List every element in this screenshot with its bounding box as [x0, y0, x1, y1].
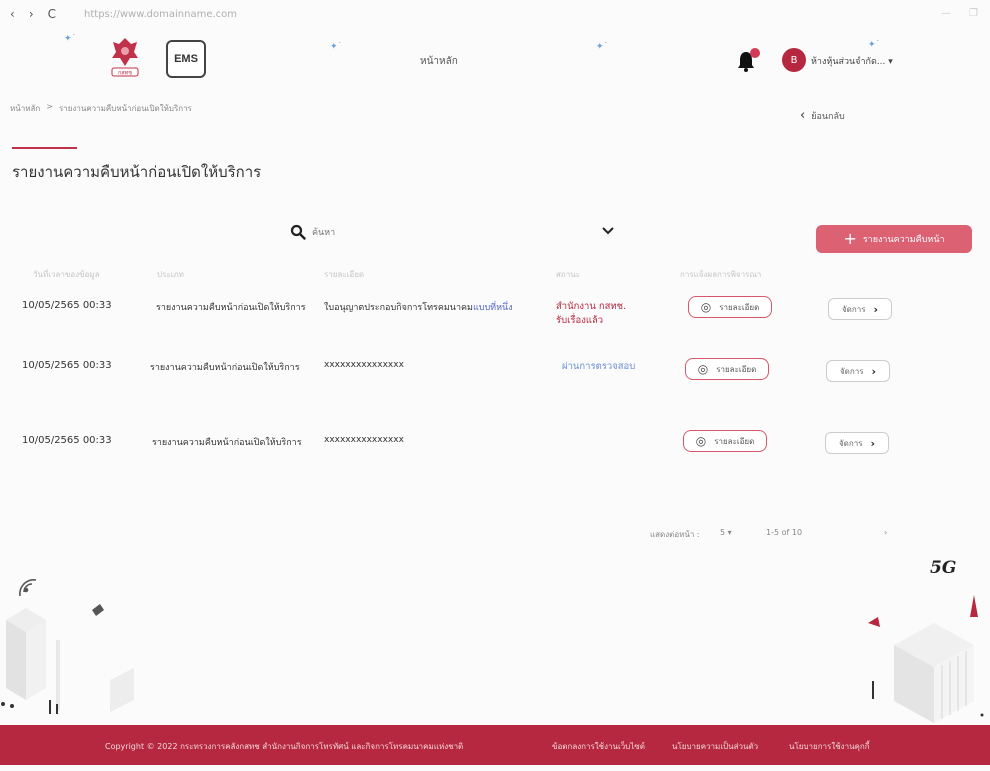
ems-logo[interactable]: EMS	[166, 40, 206, 78]
leaf-icon	[92, 604, 104, 616]
column-header-date: วันที่เวลาของข้อมูล	[33, 270, 100, 279]
row-type: รายงานความคืบหน้าก่อนเปิดให้บริการ	[156, 303, 306, 313]
pagination-next-button[interactable]: ›	[884, 528, 887, 537]
browser-reload-button[interactable]: C	[48, 7, 56, 21]
row-detail: xxxxxxxxxxxxxxx	[324, 360, 404, 370]
chevron-right-icon: ›	[871, 364, 877, 378]
row-type: รายงานความคืบหน้าก่อนเปิดให้บริการ	[152, 438, 302, 448]
chevron-left-icon: ‹	[800, 108, 806, 123]
city-illustration-right	[868, 595, 984, 723]
browser-back-button[interactable]: ‹	[10, 7, 15, 21]
manage-label: จัดการ	[841, 304, 866, 314]
nav-home-link[interactable]: หน้าหลัก	[420, 54, 458, 69]
sparkle-icon: ✦˙	[596, 42, 609, 52]
add-button-label: รายงานความคืบหน้า	[862, 235, 945, 245]
caret-down-icon: ▾	[727, 528, 732, 537]
row-detail-text: ใบอนุญาตประกอบกิจการโทรคมนาคม	[324, 303, 473, 313]
manage-label: จัดการ	[839, 366, 864, 376]
browser-toolbar: ‹ › C https://www.domainname.com — ❐	[0, 0, 990, 28]
browser-url[interactable]: https://www.domainname.com	[84, 9, 237, 20]
pagination-range: 1-5 of 10	[766, 528, 803, 537]
user-menu[interactable]: ห้างหุ้นส่วนจำกัด... ▾	[811, 54, 893, 68]
row-status: ผ่านการตรวจสอบ	[562, 361, 636, 372]
caret-down-icon: ▾	[888, 57, 893, 67]
breadcrumb-current: รายงานความคืบหน้าก่อนเปิดให้บริการ	[58, 104, 192, 113]
city-illustration-left	[1, 579, 134, 714]
avatar-initial: B	[790, 54, 798, 66]
eye-icon: ◎	[695, 434, 707, 448]
row-date: 10/05/2565 00:33	[22, 360, 112, 371]
chevron-right-icon: ›	[870, 436, 876, 450]
plus-icon: +	[843, 229, 857, 248]
search-icon[interactable]	[290, 224, 306, 244]
browser-forward-button[interactable]: ›	[29, 7, 34, 21]
ems-logo-text: EMS	[174, 53, 198, 65]
manage-button[interactable]: จัดการ ›	[826, 360, 890, 382]
column-header-result: การแจ้งผลการพิจารณา	[680, 270, 762, 279]
breadcrumb-separator: >	[46, 102, 53, 111]
row-status: สำนักงาน กสทช. รับเรื่องแล้ว	[556, 300, 626, 328]
view-details-button[interactable]: ◎ รายละเอียด	[685, 358, 769, 380]
chevron-down-icon	[602, 227, 614, 235]
sparkle-icon: ✦˙	[868, 40, 881, 50]
eye-icon: ◎	[700, 300, 712, 314]
label-5g: 5G	[930, 558, 957, 578]
rows-per-page-value: 5	[720, 528, 726, 537]
sparkle-icon: ✦˙	[64, 34, 77, 44]
row-status-line2: รับเรื่องแล้ว	[556, 314, 604, 326]
footer-privacy-link[interactable]: นโยบายความเป็นส่วนตัว	[672, 740, 758, 753]
sparkle-icon: ✦˙	[330, 42, 343, 52]
window-controls: — ❐	[941, 8, 978, 19]
svg-text:กสทช: กสทช	[118, 70, 132, 77]
row-date: 10/05/2565 00:33	[22, 435, 112, 446]
row-type: รายงานความคืบหน้าก่อนเปิดให้บริการ	[150, 363, 300, 373]
row-detail-link[interactable]: แบบที่หนึ่ง	[473, 303, 513, 313]
title-accent-line	[12, 147, 77, 149]
manage-label: จัดการ	[838, 438, 863, 448]
view-details-button[interactable]: ◎ รายละเอียด	[688, 296, 772, 318]
site-header: ✦˙ ✦˙ ✦˙ ✦˙ กสทช EMS หน้าหลัก B ห้างหุ้น…	[0, 28, 990, 90]
notification-badge	[750, 48, 760, 58]
back-label: ย้อนกลับ	[811, 111, 845, 122]
column-header-detail: รายละเอียด	[324, 270, 365, 279]
column-header-type: ประเภท	[157, 270, 184, 279]
view-details-label: รายละเอียด	[716, 364, 757, 374]
back-button[interactable]: ‹ ย้อนกลับ	[800, 108, 845, 123]
filter-dropdown[interactable]	[601, 224, 615, 240]
row-date: 10/05/2565 00:33	[22, 300, 112, 311]
view-details-label: รายละเอียด	[719, 302, 760, 312]
chevron-right-icon: ›	[873, 302, 879, 316]
view-details-label: รายละเอียด	[714, 436, 755, 446]
rows-per-page-label: แสดงต่อหน้า :	[650, 530, 700, 539]
search-input[interactable]	[312, 224, 552, 242]
wifi-icon	[19, 579, 37, 597]
manage-button[interactable]: จัดการ ›	[825, 432, 889, 454]
breadcrumb-home[interactable]: หน้าหลัก	[10, 102, 40, 115]
eye-icon: ◎	[697, 362, 709, 376]
add-progress-report-button[interactable]: + รายงานความคืบหน้า	[816, 225, 972, 253]
page-title: รายงานความคืบหน้าก่อนเปิดให้บริการ	[12, 163, 262, 181]
footer-copyright: Copyright © 2022 กระทรวงการคลังกสทช สำนั…	[105, 742, 464, 751]
nbtc-logo[interactable]: กสทช	[110, 36, 140, 78]
row-detail: xxxxxxxxxxxxxxx	[324, 435, 404, 445]
row-status-line1: สำนักงาน กสทช.	[556, 301, 627, 312]
minimize-icon[interactable]: —	[941, 8, 951, 19]
people-icon	[1, 700, 58, 714]
row-detail: ใบอนุญาตประกอบกิจการโทรคมนาคมแบบที่หนึ่ง	[324, 300, 513, 314]
pin-icon	[868, 617, 880, 627]
column-header-status: สถานะ	[556, 270, 580, 279]
view-details-button[interactable]: ◎ รายละเอียด	[683, 430, 767, 452]
footer-terms-link[interactable]: ข้อตกลงการใช้งานเว็บไซต์	[552, 740, 645, 753]
manage-button[interactable]: จัดการ ›	[828, 298, 892, 320]
footer-cookie-link[interactable]: นโยบายการใช้งานคุกกี้	[789, 740, 870, 753]
rows-per-page-select[interactable]: 5 ▾	[720, 528, 732, 537]
user-name: ห้างหุ้นส่วนจำกัด...	[811, 57, 886, 67]
restore-icon[interactable]: ❐	[969, 8, 978, 19]
avatar[interactable]: B	[782, 48, 806, 72]
site-footer: Copyright © 2022 กระทรวงการคลังกสทช สำนั…	[0, 725, 990, 765]
breadcrumb: หน้าหลัก > รายงานความคืบหน้าก่อนเปิดให้บ…	[10, 102, 192, 115]
